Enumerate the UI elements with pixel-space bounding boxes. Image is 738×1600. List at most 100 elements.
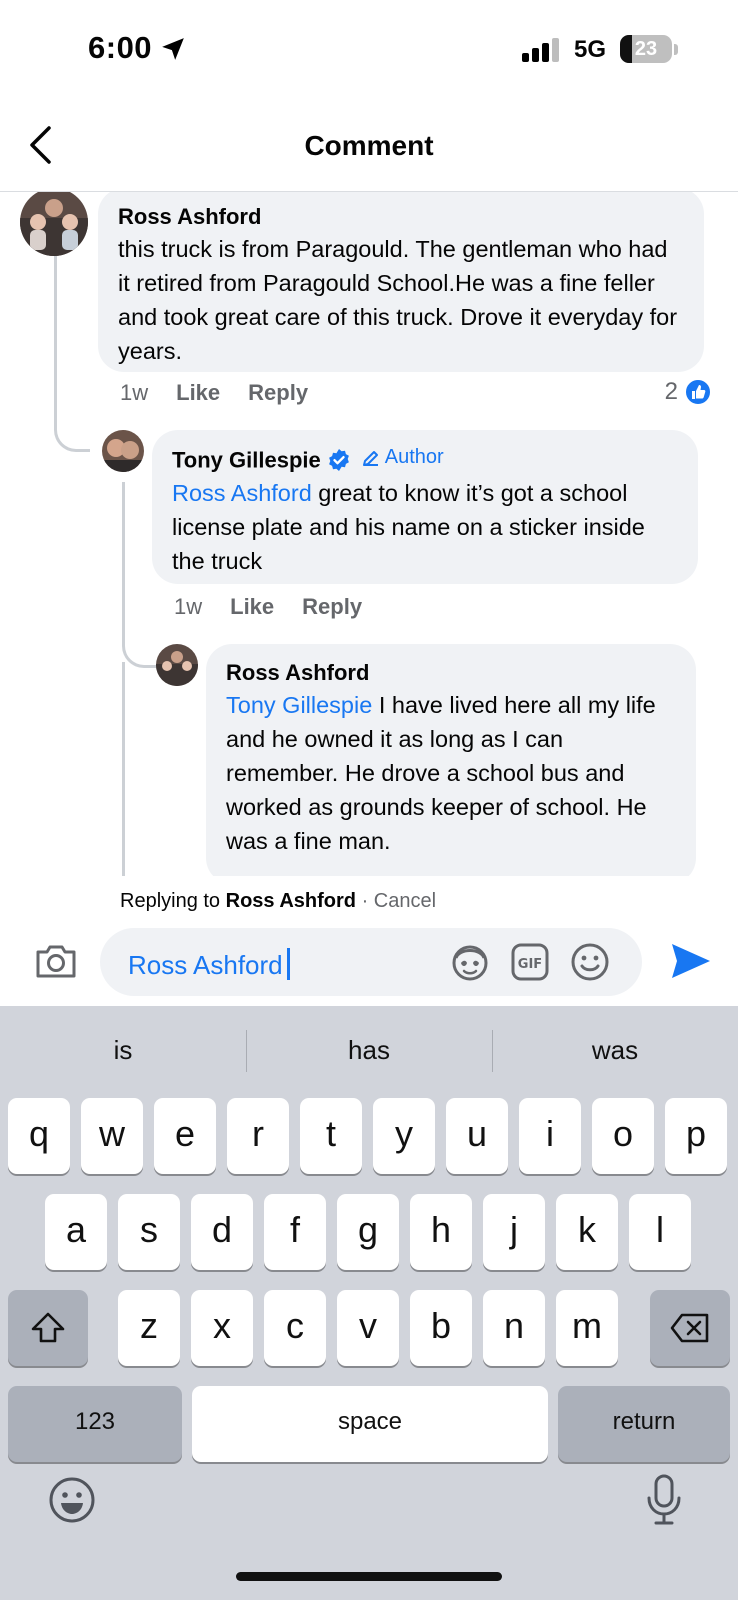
key-c[interactable]: c: [264, 1290, 326, 1366]
avatar[interactable]: [102, 430, 144, 472]
like-button[interactable]: Like: [176, 380, 220, 406]
comment-thread[interactable]: Ross Ashford this truck is from Paragoul…: [0, 192, 738, 876]
key-g[interactable]: g: [337, 1194, 399, 1270]
camera-icon[interactable]: [34, 940, 78, 980]
thread-line: [122, 662, 125, 876]
gif-icon[interactable]: GIF: [510, 942, 550, 982]
reply-button[interactable]: Reply: [248, 380, 308, 406]
key-q[interactable]: q: [8, 1098, 70, 1174]
suggestion-item[interactable]: was: [492, 1006, 738, 1094]
key-h[interactable]: h: [410, 1194, 472, 1270]
key-y[interactable]: y: [373, 1098, 435, 1174]
avatar[interactable]: [156, 644, 198, 686]
cancel-reply-button[interactable]: Cancel: [374, 890, 436, 912]
pencil-icon: [362, 450, 378, 466]
like-reaction-icon: [684, 378, 712, 406]
battery-icon: 23: [620, 35, 672, 63]
comment-bubble[interactable]: Tony Gillespie Author Ross Ashford great …: [152, 430, 698, 584]
comment-time: 1w: [174, 594, 203, 619]
avatar-photo-icon: [20, 192, 88, 256]
key-p[interactable]: p: [665, 1098, 727, 1174]
mention-link[interactable]: Tony Gillespie: [226, 692, 372, 718]
replying-separator: ·: [356, 890, 374, 912]
comment-author[interactable]: Tony Gillespie: [172, 448, 321, 473]
battery-tip: [674, 44, 678, 55]
comment-actions: 1w Like Reply: [174, 594, 362, 620]
top-bar: Comment: [0, 100, 738, 192]
key-z[interactable]: z: [118, 1290, 180, 1366]
reaction-count-value: 2: [664, 378, 678, 405]
battery-level: 23: [634, 38, 658, 60]
return-key[interactable]: return: [558, 1386, 730, 1462]
reaction-count[interactable]: 2: [665, 378, 712, 406]
emoji-keyboard-icon[interactable]: [48, 1476, 96, 1524]
key-d[interactable]: d: [191, 1194, 253, 1270]
comment-input-value: Ross Ashford: [128, 950, 283, 980]
key-o[interactable]: o: [592, 1098, 654, 1174]
suggestion-item[interactable]: has: [246, 1006, 492, 1094]
comment-text: this truck is from Paragould. The gentle…: [118, 236, 678, 364]
comment-actions: 1w Like Reply: [120, 380, 308, 406]
replying-prefix: Replying to: [120, 890, 226, 912]
comment-bubble[interactable]: Ross Ashford Tony Gillespie I have lived…: [206, 644, 696, 876]
comment-text: Tony Gillespie I have lived here all my …: [226, 688, 676, 858]
comment-composer: Ross Ashford GIF: [0, 920, 738, 1006]
send-button[interactable]: [668, 938, 714, 984]
comment-author-row: Tony Gillespie Author: [172, 446, 678, 474]
replying-to-bar: Replying to Ross Ashford · Cancel: [120, 890, 436, 913]
key-j[interactable]: j: [483, 1194, 545, 1270]
key-n[interactable]: n: [483, 1290, 545, 1366]
status-bar: 6:00 5G 23: [0, 0, 738, 100]
key-s[interactable]: s: [118, 1194, 180, 1270]
comment-time: 1w: [120, 380, 149, 405]
avatar[interactable]: [20, 192, 88, 256]
key-a[interactable]: a: [45, 1194, 107, 1270]
thread-line: [54, 256, 90, 452]
avatar-photo-icon: [102, 430, 144, 472]
status-time: 6:00: [88, 30, 153, 65]
page-title: Comment: [304, 130, 434, 161]
key-m[interactable]: m: [556, 1290, 618, 1366]
suggestion-item[interactable]: is: [0, 1006, 246, 1094]
comment-text: Ross Ashford great to know it’s got a sc…: [172, 476, 678, 578]
backspace-key[interactable]: [650, 1290, 730, 1366]
comment-input-text[interactable]: Ross Ashford: [128, 948, 290, 981]
network-type: 5G: [574, 36, 607, 63]
battery-fill: [620, 35, 632, 63]
microphone-icon[interactable]: [644, 1472, 684, 1528]
emoji-icon[interactable]: [570, 942, 610, 982]
key-x[interactable]: x: [191, 1290, 253, 1366]
shift-key[interactable]: [8, 1290, 88, 1366]
comment-input[interactable]: Ross Ashford GIF: [100, 928, 642, 996]
comment-bubble[interactable]: Ross Ashford this truck is from Paragoul…: [98, 192, 704, 372]
like-button[interactable]: Like: [230, 594, 274, 620]
text-caret: [286, 948, 290, 980]
key-f[interactable]: f: [264, 1194, 326, 1270]
mention-link[interactable]: Ross Ashford: [172, 480, 312, 506]
backspace-icon: [670, 1314, 709, 1343]
key-t[interactable]: t: [300, 1098, 362, 1174]
space-key[interactable]: space: [192, 1386, 548, 1462]
comment-author[interactable]: Ross Ashford: [226, 660, 676, 686]
key-b[interactable]: b: [410, 1290, 472, 1366]
keyboard: is has was q w e r t y u i o p a s d f g…: [0, 1006, 738, 1600]
cellular-signal-icon: [522, 38, 559, 62]
key-k[interactable]: k: [556, 1194, 618, 1270]
author-badge-label: Author: [384, 446, 444, 468]
reply-button[interactable]: Reply: [302, 594, 362, 620]
svg-text:GIF: GIF: [518, 957, 542, 972]
location-arrow-icon: [162, 38, 184, 60]
key-w[interactable]: w: [81, 1098, 143, 1174]
home-indicator[interactable]: [236, 1572, 502, 1581]
key-l[interactable]: l: [629, 1194, 691, 1270]
key-i[interactable]: i: [519, 1098, 581, 1174]
avatar-sticker-icon[interactable]: [450, 942, 490, 982]
numbers-key[interactable]: 123: [8, 1386, 182, 1462]
comment-author[interactable]: Ross Ashford: [118, 204, 684, 230]
key-u[interactable]: u: [446, 1098, 508, 1174]
key-e[interactable]: e: [154, 1098, 216, 1174]
key-r[interactable]: r: [227, 1098, 289, 1174]
key-v[interactable]: v: [337, 1290, 399, 1366]
author-badge: Author: [361, 446, 444, 469]
shift-icon: [31, 1313, 65, 1343]
